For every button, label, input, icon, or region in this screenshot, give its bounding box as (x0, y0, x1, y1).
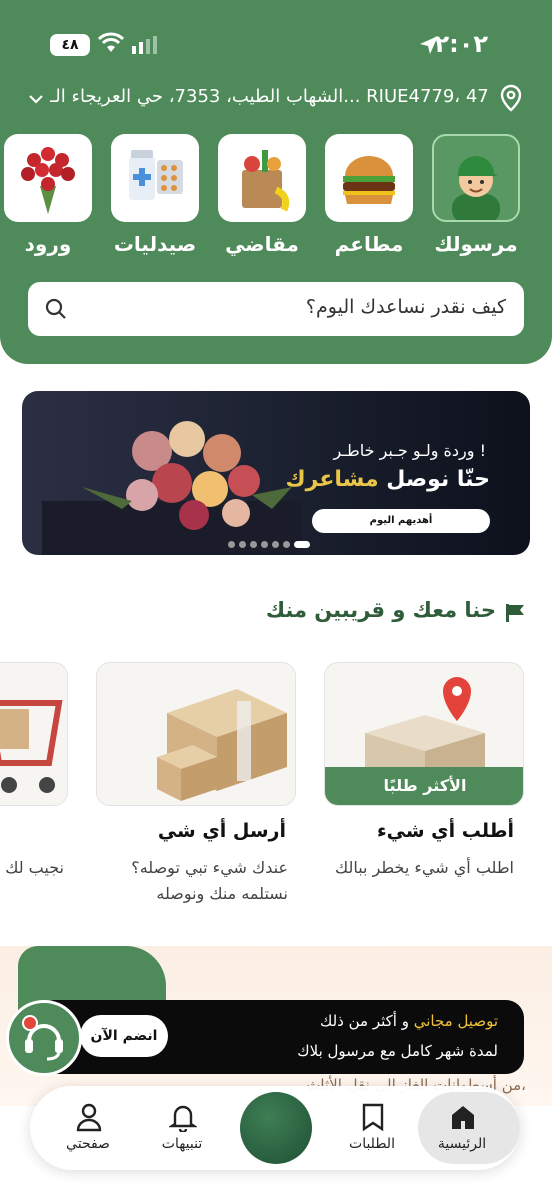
promo-accent: توصيل مجاني (413, 1012, 498, 1030)
section-title: حنا معك و قريبين منك (266, 598, 526, 622)
courier-icon (432, 134, 520, 222)
header: ٢:٠٢ ٤٨ الشهاب الطيب، 7353، حي العريجاء … (0, 0, 552, 364)
search-input[interactable]: كيف نقدر نساعدك اليوم؟ (306, 296, 506, 318)
category-label: مرسولك (434, 232, 518, 256)
banner-subtitle: وردة ولـو جـبر خاطـر ! (333, 441, 486, 460)
tab-notifications[interactable]: تنبيهات (142, 1086, 222, 1170)
profile-icon (76, 1103, 102, 1132)
tab-label: الرئيسية (437, 1136, 487, 1152)
battery-icon: ٤٨ (50, 34, 90, 56)
carousel-dot[interactable] (283, 541, 290, 548)
service-card-order-anything[interactable]: الأكثر طلبًا (324, 662, 524, 806)
join-now-button[interactable]: انضم الآن (80, 1015, 168, 1057)
card-title: أرسل أي شي (157, 820, 286, 842)
card-desc: نستلمه منك ونوصله (156, 884, 288, 903)
tab-profile[interactable]: صفحتي (48, 1086, 128, 1170)
carousel-dot[interactable] (239, 541, 246, 548)
home-screen: ٢:٠٢ ٤٨ الشهاب الطيب، 7353، حي العريجاء … (0, 0, 552, 1200)
category-restaurants[interactable]: مطاعم (325, 134, 413, 256)
bell-icon (169, 1105, 197, 1132)
tab-label: الطلبات (349, 1136, 395, 1152)
category-label: مقاضي (225, 232, 299, 256)
support-chat-button[interactable] (6, 1000, 82, 1076)
card-title: أطلب أي شيء (376, 820, 514, 842)
notification-dot (22, 1015, 38, 1031)
orders-icon (362, 1103, 384, 1132)
card-desc: عندك شيء تبي توصله؟ (131, 858, 288, 877)
parcels-image (157, 689, 287, 801)
location-pin-icon (498, 84, 524, 116)
carousel-dots (228, 533, 314, 548)
tab-label: صفحتي (66, 1136, 110, 1152)
category-flowers[interactable]: ورود (4, 134, 92, 256)
most-ordered-badge: الأكثر طلبًا (325, 767, 523, 805)
grocery-bag-icon (218, 134, 306, 222)
card-desc: اطلب أي شيء يخطر ببالك (334, 858, 514, 877)
gift-them-button[interactable]: أهديهم اليوم (312, 509, 490, 533)
promo-line-1: توصيل مجاني و أكثر من ذلك (320, 1012, 498, 1030)
banner-title-accent: مشاعرك (285, 467, 379, 492)
address-selector[interactable]: الشهاب الطيب، 7353، حي العريجاء الـ... R… (28, 84, 524, 112)
status-bar: ٢:٠٢ ٤٨ (0, 28, 552, 64)
service-card-bring-for-you[interactable] (0, 662, 68, 806)
tab-home[interactable]: الرئيسية (418, 1086, 520, 1170)
banner-title: حنّا نوصل مشاعرك (285, 467, 490, 492)
carousel-dot[interactable] (228, 541, 235, 548)
home-icon (452, 1106, 474, 1129)
banner-title-main: حنّا نوصل (378, 467, 490, 492)
pharmacy-icon (111, 134, 199, 222)
service-card-send-anything[interactable] (96, 662, 296, 806)
chevron-down-icon (28, 90, 44, 109)
carousel-dot[interactable] (261, 541, 268, 548)
burger-icon (325, 134, 413, 222)
headset-icon (25, 1024, 63, 1061)
category-label: ورود (24, 232, 72, 256)
status-time: ٢:٠٢ (434, 30, 488, 58)
category-courier[interactable]: مرسولك (432, 134, 520, 256)
black-membership-promo[interactable]: توصيل مجاني و أكثر من ذلك لمدة شهر كامل … (36, 1000, 524, 1074)
tab-orders[interactable]: الطلبات (332, 1086, 412, 1170)
category-label: صيدليات (113, 232, 197, 256)
location-arrow-icon (418, 34, 440, 60)
tab-label: تنبيهات (161, 1136, 203, 1152)
carousel-dot[interactable] (250, 541, 257, 548)
promo-banner[interactable]: وردة ولـو جـبر خاطـر ! حنّا نوصل مشاعرك … (22, 391, 530, 555)
promo-line-1-rest: و أكثر من ذلك (319, 1012, 414, 1030)
category-row: مرسولك مطاعم مقاضي صيدليات ورود (0, 134, 552, 264)
carousel-dot-active[interactable] (294, 541, 310, 548)
search-bar[interactable]: كيف نقدر نساعدك اليوم؟ (28, 282, 524, 336)
flag-icon (504, 602, 526, 629)
category-pharmacies[interactable]: صيدليات (111, 134, 199, 256)
search-icon (44, 297, 68, 325)
category-label: مطاعم (334, 232, 404, 256)
card-desc: نجيب لك (5, 858, 64, 877)
signal-icon (132, 36, 158, 58)
section-title-text: حنا معك و قريبين منك (265, 598, 496, 622)
promo-line-2: لمدة شهر كامل مع مرسول بلاك (297, 1042, 498, 1060)
shopping-cart-image (0, 700, 63, 793)
address-text: الشهاب الطيب، 7353، حي العريجاء الـ... R… (50, 86, 490, 107)
carousel-dot[interactable] (272, 541, 279, 548)
flowers-icon (4, 134, 92, 222)
center-action-button[interactable] (240, 1092, 312, 1164)
category-groceries[interactable]: مقاضي (218, 134, 306, 256)
wifi-icon (97, 32, 125, 58)
